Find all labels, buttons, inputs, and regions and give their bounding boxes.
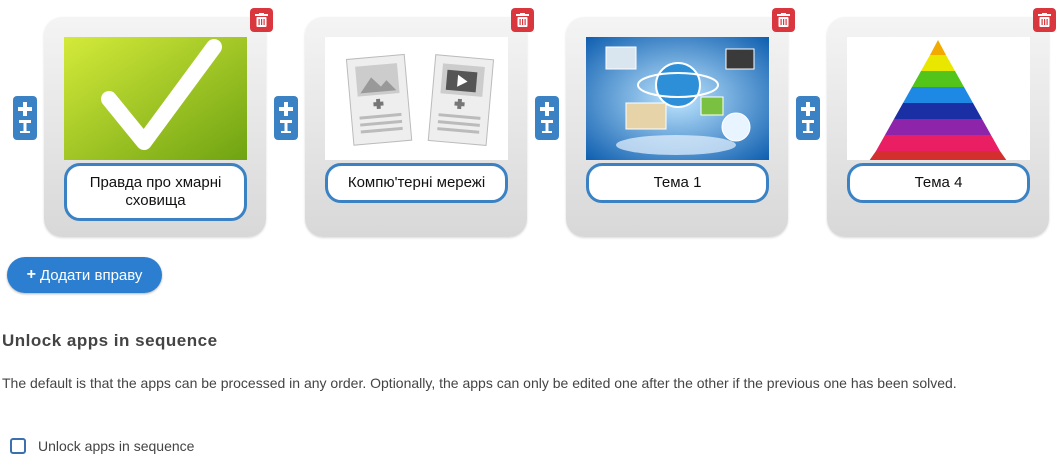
add-exercise-button[interactable]: + Додати вправу <box>7 257 162 293</box>
delete-button-3[interactable] <box>772 8 795 32</box>
insert-button-1[interactable] <box>13 96 37 140</box>
card-thumbnail-media <box>325 37 508 160</box>
trash-icon <box>516 13 529 27</box>
delete-button-2[interactable] <box>511 8 534 32</box>
trash-icon <box>777 13 790 27</box>
card-thumbnail-pyramid <box>847 37 1030 160</box>
insert-text-icon <box>540 102 554 133</box>
insert-text-icon <box>279 102 293 133</box>
insert-button-4[interactable] <box>796 96 820 140</box>
app-card-1[interactable]: Правда про хмарні сховища <box>44 17 266 237</box>
card-thumbnail-checkmark <box>64 37 247 160</box>
section-description: The default is that the apps can be proc… <box>2 375 957 391</box>
insert-text-icon <box>801 102 815 133</box>
trash-icon <box>255 13 268 27</box>
card-title: Правда про хмарні сховища <box>64 163 247 221</box>
section-title: Unlock apps in sequence <box>2 331 218 350</box>
card-title: Компю'терні мережі <box>325 163 508 203</box>
unlock-sequence-label: Unlock apps in sequence <box>38 438 195 454</box>
insert-button-2[interactable] <box>274 96 298 140</box>
trash-icon <box>1038 13 1051 27</box>
plus-icon: + <box>26 266 36 283</box>
insert-button-3[interactable] <box>535 96 559 140</box>
insert-text-icon <box>18 102 32 133</box>
delete-button-1[interactable] <box>250 8 273 32</box>
app-card-4[interactable]: Тема 4 <box>827 17 1049 237</box>
card-thumbnail-collage <box>586 37 769 160</box>
unlock-sequence-checkbox[interactable] <box>10 438 26 454</box>
unlock-sequence-option[interactable]: Unlock apps in sequence <box>10 438 194 454</box>
card-title: Тема 1 <box>586 163 769 203</box>
add-exercise-label: Додати вправу <box>39 266 143 284</box>
app-card-2[interactable]: Компю'терні мережі <box>305 17 527 237</box>
card-title: Тема 4 <box>847 163 1030 203</box>
delete-button-4[interactable] <box>1033 8 1056 32</box>
app-card-3[interactable]: Тема 1 <box>566 17 788 237</box>
